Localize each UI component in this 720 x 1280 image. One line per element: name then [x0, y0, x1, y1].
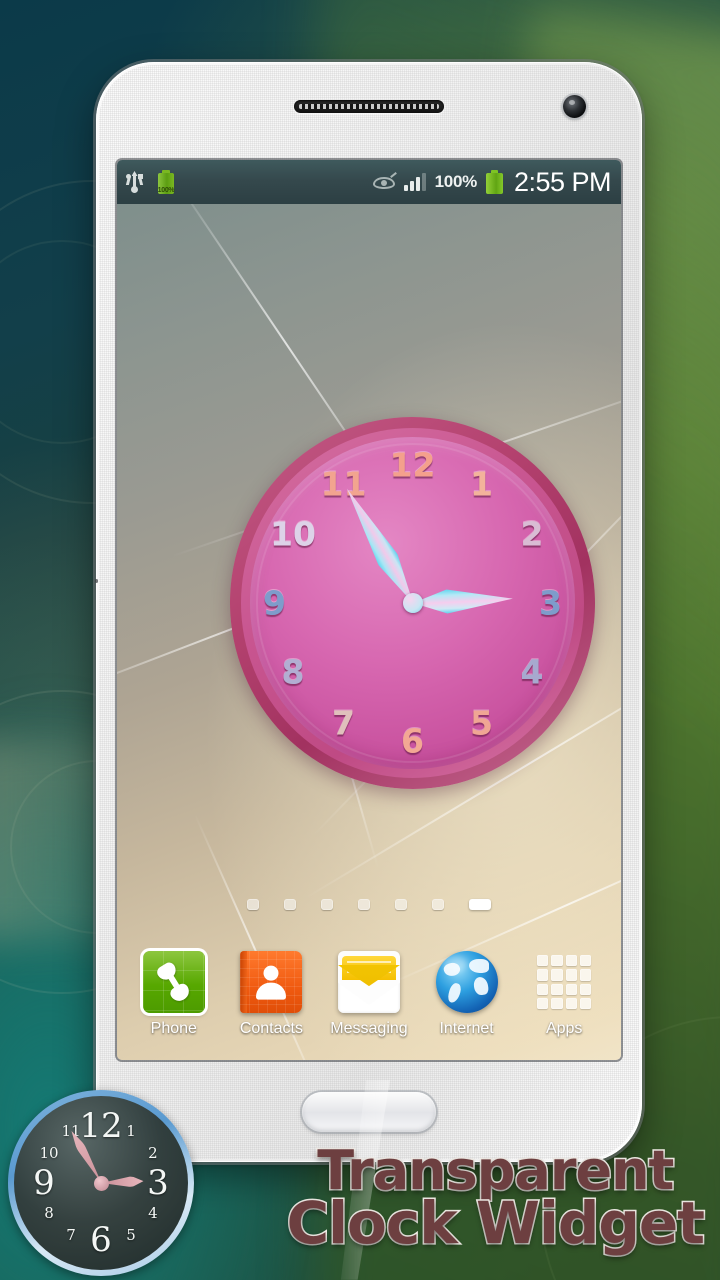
app-icon-numeral-3: 3	[147, 1163, 169, 1203]
app-icon-numeral-5: 5	[126, 1225, 136, 1244]
battery-widget-percent: 100%	[157, 186, 175, 194]
app-icon-numeral-11: 11	[61, 1122, 81, 1141]
clock-numeral-2: 2	[520, 514, 544, 554]
dock-item-contacts[interactable]: Contacts	[227, 951, 315, 1038]
phone-icon[interactable]	[142, 951, 205, 1013]
app-icon-face: 12 1 2 3 4 5 6 7 8 9 10 11	[14, 1096, 188, 1270]
page-dot[interactable]	[247, 899, 259, 910]
clock-numeral-4: 4	[520, 652, 544, 692]
dock-item-internet[interactable]: Internet	[423, 951, 511, 1038]
app-icon-numeral-1: 1	[126, 1122, 136, 1141]
app-icon-center-cap	[93, 1175, 109, 1191]
battery-percent-text: 100%	[434, 172, 478, 191]
status-bar[interactable]: 100% 100% 2:55 PM	[117, 160, 621, 204]
clock-numeral-3: 3	[539, 583, 562, 623]
phone-screen: 12 1 2 3 4 5 6 7 8 9 10 11 Phone Contacts	[117, 160, 621, 1060]
page-dot[interactable]	[395, 899, 407, 910]
app-icon-numeral-10: 10	[39, 1144, 59, 1162]
contacts-icon[interactable]	[240, 951, 303, 1013]
eye-icon	[372, 171, 397, 190]
app-icon-numeral-9: 9	[33, 1163, 55, 1203]
page-dot[interactable]	[358, 899, 370, 910]
clock-numeral-6: 6	[401, 721, 424, 761]
white-smartphone: 12 1 2 3 4 5 6 7 8 9 10 11 Phone Contacts	[94, 60, 644, 1164]
transparent-clock-icon: 12 1 2 3 4 5 6 7 8 9 10 11	[8, 1090, 194, 1276]
earpiece-speaker	[294, 100, 444, 113]
app-icon-numeral-8: 8	[44, 1204, 54, 1222]
handset-glyph	[155, 960, 193, 1005]
dock-label-internet: Internet	[439, 1020, 494, 1037]
clock-numeral-1: 1	[470, 464, 493, 503]
dock-label-phone: Phone	[150, 1020, 197, 1037]
front-camera	[563, 95, 586, 118]
clock-numeral-7: 7	[332, 703, 355, 742]
page-dot[interactable]	[321, 899, 333, 910]
dock-item-apps[interactable]: Apps	[520, 951, 608, 1038]
battery-icon	[485, 170, 503, 194]
dock-label-apps: Apps	[545, 1020, 583, 1037]
app-icon-numeral-12: 12	[79, 1106, 123, 1146]
battery-widget-icon: 100%	[156, 169, 176, 195]
dock-label-contacts: Contacts	[239, 1020, 303, 1037]
clock-numeral-12: 12	[389, 445, 436, 485]
dock-item-phone[interactable]: Phone	[130, 951, 218, 1038]
analog-clock-widget[interactable]: 12 1 2 3 4 5 6 7 8 9 10 11	[220, 407, 605, 799]
promo-title: Transparent Clock Widget	[285, 1142, 706, 1258]
messaging-icon[interactable]	[337, 951, 400, 1013]
app-icon-numeral-2: 2	[148, 1144, 158, 1162]
page-dot[interactable]	[432, 899, 444, 910]
dock-item-messaging[interactable]: Messaging	[325, 951, 413, 1038]
phone-side-sensor	[95, 579, 98, 583]
dock-label-messaging: Messaging	[330, 1020, 408, 1037]
app-icon-numeral-4: 4	[148, 1204, 158, 1222]
dock: Phone Contacts Messaging Internet Apps	[117, 951, 621, 1038]
status-bar-left: 100%	[125, 169, 176, 195]
status-bar-right: 100% 2:55 PM	[372, 166, 612, 198]
clock-numeral-8: 8	[281, 652, 305, 692]
internet-globe-icon[interactable]	[435, 951, 498, 1013]
clock-numeral-11: 11	[320, 464, 367, 503]
clock-numeral-9: 9	[263, 583, 286, 623]
page-dot[interactable]	[469, 899, 491, 910]
usb-icon	[125, 171, 144, 193]
app-icon-numeral-6: 6	[90, 1220, 112, 1260]
person-glyph	[254, 965, 288, 1000]
page-indicator[interactable]	[117, 899, 621, 910]
clock-numeral-10: 10	[270, 514, 316, 554]
clock-numeral-5: 5	[470, 703, 493, 742]
page-dot[interactable]	[284, 899, 296, 910]
status-bar-clock: 2:55 PM	[513, 166, 612, 197]
app-icon-numeral-7: 7	[66, 1225, 76, 1244]
promo-title-line2: Clock Widget	[285, 1189, 706, 1258]
clock-center-cap	[402, 593, 423, 613]
signal-bars-icon	[403, 173, 426, 191]
apps-grid-icon[interactable]	[533, 951, 595, 1013]
